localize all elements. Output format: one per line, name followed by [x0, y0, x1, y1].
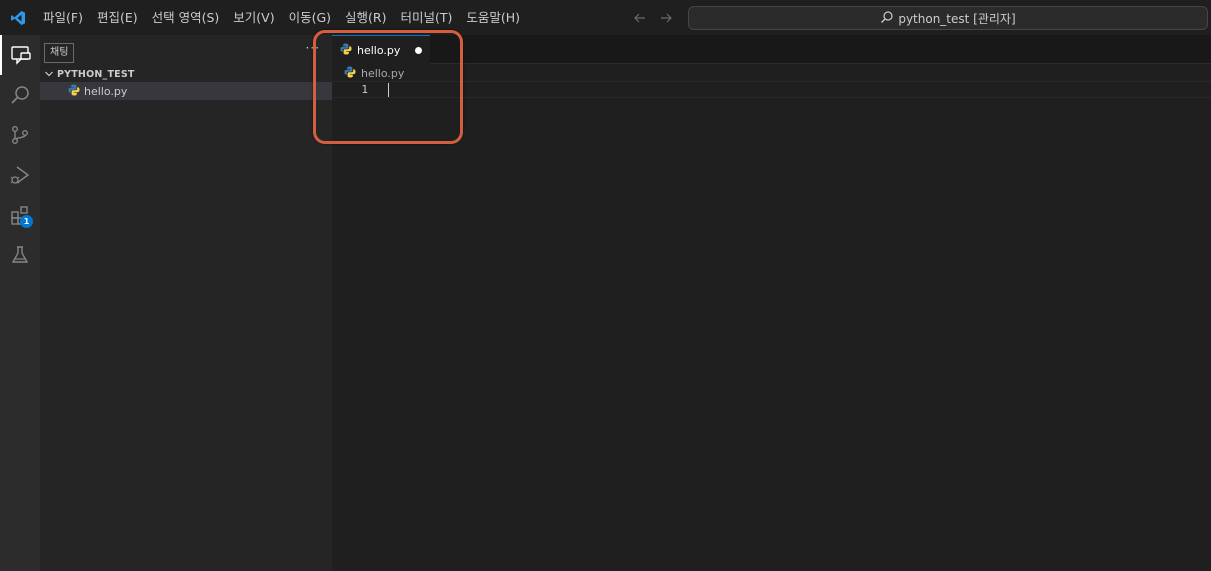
- vscode-logo-icon: [0, 0, 36, 35]
- source-control-icon[interactable]: [0, 115, 40, 155]
- extensions-badge: 1: [20, 215, 33, 228]
- command-center-search[interactable]: python_test [관리자]: [688, 6, 1208, 30]
- back-arrow-icon[interactable]: [632, 10, 648, 26]
- forward-arrow-icon[interactable]: [658, 10, 674, 26]
- editor-tabs: hello.py: [332, 35, 1211, 64]
- python-file-icon: [340, 43, 352, 58]
- chat-explorer-icon[interactable]: [0, 35, 40, 75]
- python-file-icon: [68, 84, 80, 99]
- breadcrumb-file: hello.py: [361, 66, 405, 80]
- file-name: hello.py: [84, 84, 128, 98]
- activity-bar: 1: [0, 35, 40, 571]
- more-actions-button[interactable]: ···: [306, 41, 320, 55]
- file-item-hello-py[interactable]: hello.py: [40, 82, 332, 100]
- breadcrumb[interactable]: hello.py: [344, 65, 404, 81]
- tab-hello-py[interactable]: hello.py: [332, 35, 430, 64]
- menu-go[interactable]: 이동(G): [282, 0, 338, 35]
- search-icon: [880, 10, 894, 27]
- chat-tooltip: 채팅: [44, 43, 75, 63]
- command-center-label: python_test [관리자]: [898, 11, 1016, 26]
- title-bar: 파일(F) 편집(E) 선택 영역(S) 보기(V) 이동(G) 실행(R) 터…: [0, 0, 1211, 35]
- search-activity-icon[interactable]: [0, 75, 40, 115]
- line-number: 1: [361, 83, 368, 96]
- python-file-icon: [344, 66, 356, 81]
- folder-name: PYTHON_TEST: [57, 68, 135, 80]
- testing-flask-icon[interactable]: [0, 235, 40, 275]
- extensions-icon[interactable]: 1: [0, 195, 40, 235]
- tab-label: hello.py: [357, 43, 401, 57]
- menu-edit[interactable]: 편집(E): [90, 0, 145, 35]
- text-cursor: [388, 83, 389, 97]
- unsaved-dot-icon[interactable]: [415, 47, 422, 54]
- editor-area: hello.py hello.py 1: [332, 35, 1211, 571]
- menu-bar: 파일(F) 편집(E) 선택 영역(S) 보기(V) 이동(G) 실행(R) 터…: [36, 0, 527, 35]
- explorer-sidebar: 채팅 ··· PYTHON_TEST hello.py: [40, 35, 332, 571]
- code-line[interactable]: 1: [332, 81, 1211, 98]
- navigation-arrows: [632, 0, 674, 35]
- menu-terminal[interactable]: 터미널(T): [394, 0, 460, 35]
- folder-header[interactable]: PYTHON_TEST: [40, 66, 332, 82]
- sidebar-header: 채팅 ···: [40, 35, 332, 65]
- chevron-down-icon: [41, 66, 57, 82]
- menu-view[interactable]: 보기(V): [226, 0, 281, 35]
- menu-help[interactable]: 도움말(H): [459, 0, 527, 35]
- menu-file[interactable]: 파일(F): [36, 0, 90, 35]
- menu-selection[interactable]: 선택 영역(S): [145, 0, 227, 35]
- menu-run[interactable]: 실행(R): [338, 0, 393, 35]
- run-debug-icon[interactable]: [0, 155, 40, 195]
